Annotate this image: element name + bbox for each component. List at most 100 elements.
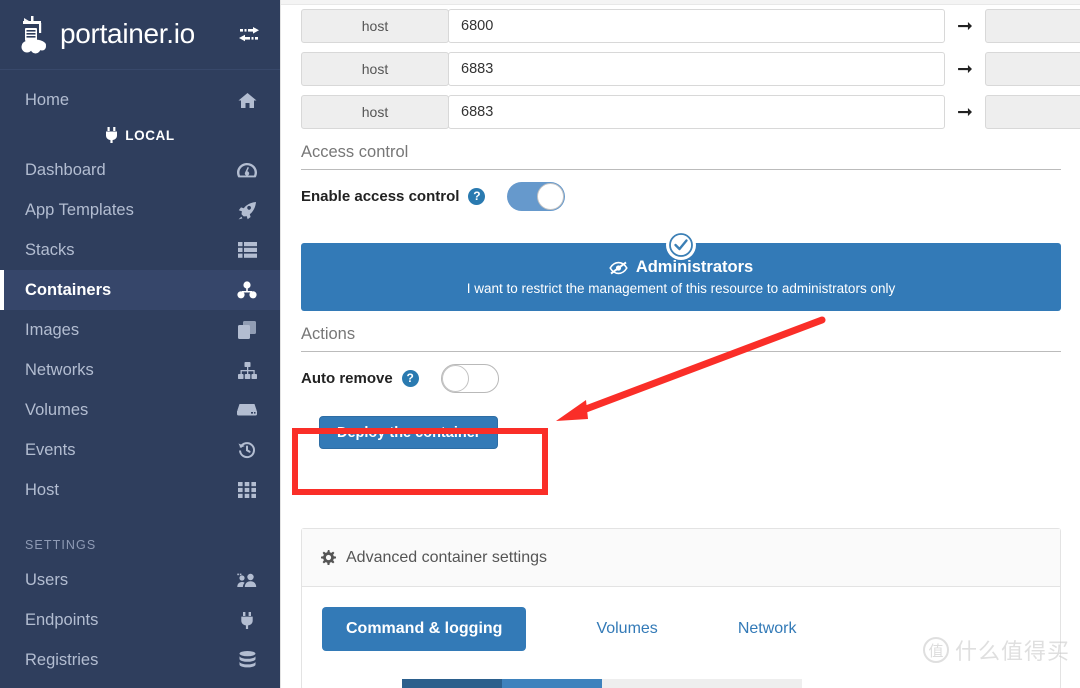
users-icon — [236, 570, 258, 590]
enable-access-control-label: Enable access control — [301, 187, 460, 205]
sidebar-item-label: Events — [25, 440, 76, 459]
port-mapping-row: host 6800 ➞ — [301, 9, 1080, 43]
port-mapping-list: host 6800 ➞ host 6883 ➞ host 6883 ➞ — [281, 0, 1080, 129]
sidebar-item-label: Dashboard — [25, 160, 106, 179]
host-port-input[interactable]: 6800 — [448, 9, 945, 43]
sidebar-item-label: Home — [25, 90, 70, 109]
toggle-knob — [441, 364, 469, 392]
sidebar-item-app-templates[interactable]: App Templates — [0, 190, 280, 230]
sidebar-item-volumes[interactable]: Volumes — [0, 390, 280, 430]
sidebar-endpoint-local[interactable]: LOCAL — [0, 120, 280, 150]
advanced-settings-tabs: Command & logging Volumes Network — [322, 607, 1060, 651]
container-port-input[interactable] — [985, 9, 1080, 43]
host-port-value: 6883 — [461, 61, 494, 77]
port-mapping-row: host 6883 ➞ — [301, 52, 1080, 86]
sidebar-item-host[interactable]: Host — [0, 470, 280, 510]
sitemap-icon — [236, 360, 258, 380]
arrow-right-icon: ➞ — [957, 58, 973, 80]
eye-slash-icon — [609, 261, 628, 275]
sidebar-item-label: Registries — [25, 650, 99, 669]
port-protocol-value: host — [361, 104, 389, 120]
auto-remove-label: Auto remove — [301, 369, 393, 387]
container-port-input[interactable] — [985, 95, 1080, 129]
exchange-arrows-icon[interactable] — [236, 22, 262, 48]
top-divider — [281, 0, 1080, 5]
check-circle-icon — [666, 230, 696, 260]
main-content: host 6800 ➞ host 6883 ➞ host 6883 ➞ Acce… — [280, 0, 1080, 688]
sidebar-item-events[interactable]: Events — [0, 430, 280, 470]
sidebar-section-settings: SETTINGS — [25, 538, 97, 552]
auto-remove-row: Auto remove ? — [281, 352, 1080, 404]
sidebar-item-label: Endpoints — [25, 610, 99, 629]
tab-volumes[interactable]: Volumes — [586, 607, 667, 651]
sidebar-item-endpoints[interactable]: Endpoints — [0, 600, 280, 640]
advanced-settings-header: Advanced container settings — [302, 529, 1060, 587]
tab-indicator-bar — [402, 679, 802, 688]
brand-title: portainer.io — [60, 17, 195, 49]
containers-icon — [236, 280, 258, 300]
sidebar-item-images[interactable]: Images — [0, 310, 280, 350]
portainer-whale-crane-logo — [14, 12, 58, 58]
portainer-app-window: portainer.io Home LOCAL Dashboard App Te… — [0, 0, 1080, 688]
question-circle-icon[interactable]: ? — [468, 187, 486, 205]
sidebar-item-label: Users — [25, 570, 69, 589]
advanced-settings-title: Advanced container settings — [346, 548, 548, 566]
auto-remove-toggle[interactable] — [440, 363, 499, 393]
home-icon — [236, 90, 258, 110]
hdd-icon — [236, 400, 258, 420]
access-option-title: Administrators — [635, 258, 754, 276]
tab-network[interactable]: Network — [728, 607, 807, 651]
sidebar-item-containers[interactable]: Containers — [0, 270, 280, 310]
port-protocol-value: host — [361, 61, 389, 77]
host-port-value: 6800 — [461, 18, 494, 34]
access-control-options: Administrators I want to restrict the ma… — [301, 230, 1061, 311]
access-option-title-row: Administrators — [609, 258, 753, 277]
sidebar-item-label: Networks — [25, 360, 94, 379]
sidebar-item-label: App Templates — [25, 200, 134, 219]
advanced-settings-body: Command & logging Volumes Network — [302, 587, 1060, 688]
sidebar: portainer.io Home LOCAL Dashboard App Te… — [0, 0, 280, 688]
access-control-heading: Access control — [301, 143, 1061, 170]
sidebar-item-registries[interactable]: Registries — [0, 640, 280, 680]
host-port-input[interactable]: 6883 — [448, 52, 945, 86]
dashboard-gauge-icon — [236, 160, 258, 180]
sidebar-item-networks[interactable]: Networks — [0, 350, 280, 390]
port-mapping-row: host 6883 ➞ — [301, 95, 1080, 129]
plug-icon — [105, 127, 118, 143]
sidebar-item-label: Volumes — [25, 400, 89, 419]
container-port-input[interactable] — [985, 52, 1080, 86]
gear-icon — [320, 549, 336, 566]
actions-heading: Actions — [301, 325, 1061, 352]
port-protocol-select[interactable]: host — [301, 9, 449, 43]
sidebar-item-users[interactable]: Users — [0, 560, 280, 600]
sidebar-item-label: Host — [25, 480, 59, 499]
port-protocol-select[interactable]: host — [301, 95, 449, 129]
tab-command-and-logging[interactable]: Command & logging — [322, 607, 527, 651]
host-port-input[interactable]: 6883 — [448, 95, 945, 129]
enable-access-control-toggle[interactable] — [507, 181, 566, 211]
toggle-knob — [537, 182, 565, 210]
sidebar-item-stacks[interactable]: Stacks — [0, 230, 280, 270]
advanced-container-settings-panel: Advanced container settings Command & lo… — [301, 528, 1061, 688]
indicator-segment-a — [402, 679, 502, 688]
database-icon — [236, 650, 258, 670]
plug-icon — [236, 610, 258, 630]
list-icon — [236, 240, 258, 260]
enable-access-control-row: Enable access control ? — [281, 170, 1080, 222]
sidebar-item-home[interactable]: Home — [0, 80, 280, 120]
sidebar-item-dashboard[interactable]: Dashboard — [0, 150, 280, 190]
deploy-the-container-button[interactable]: Deploy the container — [319, 416, 499, 449]
question-circle-icon[interactable]: ? — [401, 369, 419, 387]
port-protocol-value: host — [361, 18, 389, 34]
arrow-right-icon: ➞ — [957, 101, 973, 123]
sidebar-brand[interactable]: portainer.io — [0, 0, 280, 70]
access-option-subtitle: I want to restrict the management of thi… — [466, 281, 896, 296]
indicator-segment-b — [502, 679, 602, 688]
port-protocol-select[interactable]: host — [301, 52, 449, 86]
arrow-right-icon: ➞ — [957, 15, 973, 37]
indicator-segment-c — [602, 679, 802, 688]
sidebar-item-label: Images — [25, 320, 80, 339]
endpoint-label: LOCAL — [125, 127, 175, 143]
